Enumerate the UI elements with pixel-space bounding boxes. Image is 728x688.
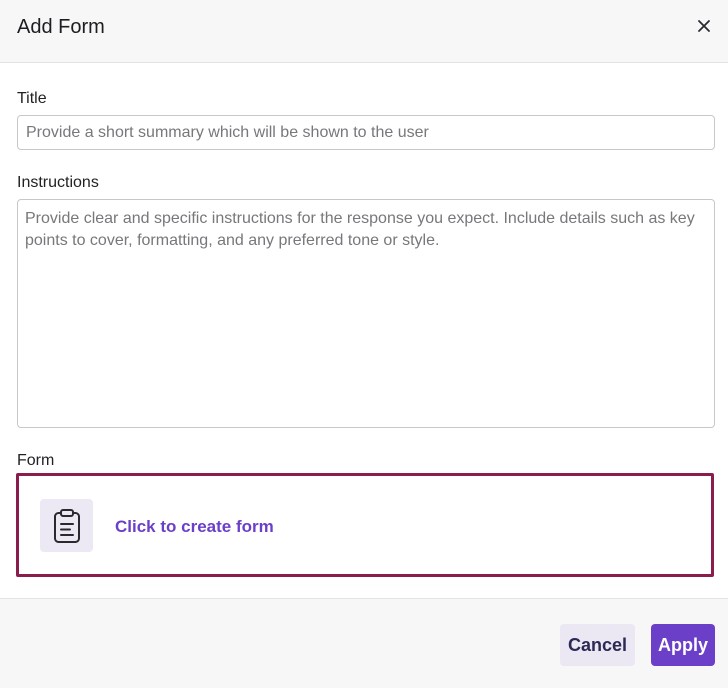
apply-button[interactable]: Apply bbox=[651, 624, 715, 666]
add-form-dialog: Add Form Title Instructions Form Click bbox=[0, 0, 728, 688]
form-label: Form bbox=[17, 452, 55, 469]
title-label: Title bbox=[17, 90, 47, 107]
clipboard-icon bbox=[53, 508, 80, 543]
dialog-title: Add Form bbox=[17, 16, 105, 38]
create-form-dropzone[interactable]: Click to create form bbox=[16, 473, 714, 577]
dialog-footer: Cancel Apply bbox=[0, 598, 728, 688]
create-form-link[interactable]: Click to create form bbox=[115, 517, 274, 537]
dialog-header: Add Form bbox=[0, 0, 728, 63]
cancel-button[interactable]: Cancel bbox=[560, 624, 635, 666]
form-icon-container bbox=[40, 499, 93, 552]
instructions-label: Instructions bbox=[17, 174, 99, 191]
dialog-body: Title Instructions Form Click to create … bbox=[0, 63, 728, 598]
close-icon bbox=[698, 20, 710, 32]
close-button[interactable] bbox=[692, 14, 716, 38]
instructions-textarea[interactable] bbox=[17, 199, 715, 428]
title-input[interactable] bbox=[17, 115, 715, 150]
